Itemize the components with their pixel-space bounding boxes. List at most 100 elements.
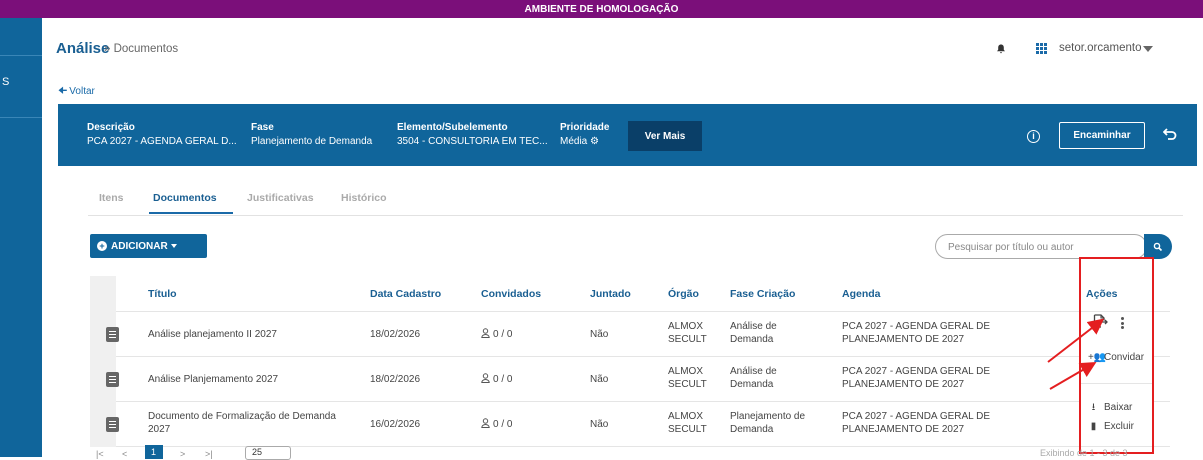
plus-circle-icon: + (97, 240, 107, 251)
cell-titulo: Documento de Formalização de Demanda 2027 (148, 410, 336, 436)
elemento-value: 3504 - CONSULTORIA EM TEC... (397, 136, 548, 147)
top-bar: Análise » Documentos setor.orcamento (42, 18, 1203, 80)
fase-value: Planejamento de Demanda (251, 136, 373, 147)
cell-agenda: PCA 2027 - AGENDA GERAL DE PLANEJAMENTO D… (842, 365, 990, 391)
document-icon (106, 417, 119, 432)
sidenav-divider (0, 117, 42, 118)
cell-agenda: PCA 2027 - AGENDA GERAL DE PLANEJAMENTO D… (842, 320, 990, 346)
chevron-down-icon[interactable] (1143, 46, 1153, 52)
fase-line: Demanda (730, 379, 774, 390)
search-input[interactable]: Pesquisar por título ou autor (935, 234, 1147, 259)
orgao-line: SECULT (668, 379, 707, 390)
prioridade-field: Prioridade Média ⚙ (560, 122, 609, 147)
cell-titulo: Análise planejamento II 2027 (148, 329, 277, 340)
cell-fase: Análise de Demanda (730, 365, 777, 391)
back-link[interactable]: 🠈 Voltar (58, 84, 95, 101)
info-icon[interactable]: i (1027, 130, 1040, 143)
table-row[interactable]: Análise Planjemamento 2027 18/02/2026 0 … (90, 357, 1170, 402)
first-page-icon[interactable]: |< (96, 449, 104, 459)
cell-convidados: 0 / 0 (481, 328, 512, 341)
elemento-field: Elemento/Subelemento 3504 - CONSULTORIA … (397, 122, 548, 147)
convidados-value: 0 / 0 (493, 374, 513, 385)
cell-juntado: Não (590, 419, 609, 430)
encaminhar-button[interactable]: Encaminhar (1059, 122, 1145, 149)
table-row[interactable]: Documento de Formalização de Demanda 2027… (90, 402, 1170, 447)
add-button[interactable]: + ADICIONAR (90, 234, 207, 258)
user-icon (481, 418, 490, 428)
col-convidados[interactable]: Convidados (481, 288, 541, 300)
user-icon (481, 373, 490, 383)
next-page-icon[interactable]: > (180, 449, 185, 459)
prioridade-label: Prioridade (560, 122, 610, 133)
user-menu[interactable]: setor.orcamento (1059, 42, 1141, 54)
pagination: |< < 1 > >| 25 (58, 445, 458, 460)
prev-page-icon[interactable]: < (122, 449, 127, 459)
sidenav-divider (0, 55, 42, 56)
last-page-icon[interactable]: >| (205, 449, 213, 459)
cell-orgao: ALMOX SECULT (668, 365, 707, 391)
undo-icon[interactable] (1163, 127, 1177, 141)
add-button-label: ADICIONAR (111, 240, 168, 252)
agenda-line: PCA 2027 - AGENDA GERAL DE (842, 366, 991, 377)
agenda-line: PCA 2027 - AGENDA GERAL DE (842, 321, 991, 332)
col-data-cadastro[interactable]: Data Cadastro (370, 288, 441, 300)
environment-banner: AMBIENTE DE HOMOLOGAÇÃO (0, 0, 1203, 18)
agenda-line: PLANEJAMENTO DE 2027 (842, 379, 965, 390)
cell-data: 18/02/2026 (370, 329, 421, 340)
descricao-value: PCA 2027 - AGENDA GERAL D... (87, 136, 237, 147)
tab-historico[interactable]: Histórico (341, 192, 387, 204)
ver-mais-button[interactable]: Ver Mais (628, 121, 702, 151)
col-fase-criacao[interactable]: Fase Criação (730, 288, 795, 300)
cell-data: 16/02/2026 (370, 419, 421, 430)
tab-documentos[interactable]: Documentos (153, 192, 217, 204)
col-orgao[interactable]: Órgão (668, 288, 699, 300)
fase-line: Planejamento de (730, 411, 806, 422)
fase-label: Fase (251, 122, 274, 133)
fase-line: Demanda (730, 334, 774, 345)
search-button[interactable] (1144, 234, 1172, 259)
side-navigation: S (0, 18, 42, 457)
content-card: Itens Documentos Justificativas Históric… (58, 166, 1197, 457)
orgao-line: ALMOX (668, 321, 704, 332)
tab-itens[interactable]: Itens (99, 192, 124, 204)
col-juntado[interactable]: Juntado (590, 288, 631, 300)
table-row[interactable]: Análise planejamento II 2027 18/02/2026 … (90, 312, 1170, 357)
cell-juntado: Não (590, 374, 609, 385)
fase-field: Fase Planejamento de Demanda (251, 122, 372, 147)
search-icon (1153, 242, 1163, 252)
agenda-line: PLANEJAMENTO DE 2027 (842, 334, 965, 345)
convidados-value: 0 / 0 (493, 329, 513, 340)
elemento-label: Elemento/Subelemento (397, 122, 508, 133)
cell-convidados: 0 / 0 (481, 373, 512, 386)
titulo-line: Documento de Formalização de Demanda (148, 411, 336, 422)
tab-bar: Itens Documentos Justificativas Históric… (58, 166, 1197, 216)
orgao-line: SECULT (668, 424, 707, 435)
cell-convidados: 0 / 0 (481, 418, 512, 431)
summary-header: Descrição PCA 2027 - AGENDA GERAL D... F… (58, 104, 1197, 166)
grid-icon[interactable] (1036, 43, 1047, 54)
cell-agenda: PCA 2027 - AGENDA GERAL DE PLANEJAMENTO D… (842, 410, 990, 436)
col-titulo[interactable]: Título (148, 288, 177, 300)
active-tab-indicator (149, 212, 233, 214)
agenda-line: PLANEJAMENTO DE 2027 (842, 424, 965, 435)
current-page-number: 1 (151, 447, 157, 457)
descricao-label: Descrição (87, 122, 135, 133)
sidenav-label-fragment[interactable]: S (2, 76, 9, 88)
col-agenda[interactable]: Agenda (842, 288, 881, 300)
tab-justificativas[interactable]: Justificativas (247, 192, 314, 204)
descricao-field: Descrição PCA 2027 - AGENDA GERAL D... (87, 122, 237, 147)
cell-juntado: Não (590, 329, 609, 340)
page-size-select[interactable]: 25 (245, 446, 291, 460)
page-title[interactable]: Análise (56, 40, 109, 57)
cell-fase: Análise de Demanda (730, 320, 777, 346)
prioridade-value: Média (560, 136, 588, 147)
table-header: Título Data Cadastro Convidados Juntado … (90, 276, 1170, 312)
cell-orgao: ALMOX SECULT (668, 320, 707, 346)
user-icon (481, 328, 490, 338)
caret-down-icon (170, 243, 177, 248)
fase-line: Demanda (730, 424, 774, 435)
breadcrumb: » Documentos (104, 43, 179, 55)
gear-icon[interactable]: ⚙ (590, 136, 599, 147)
bell-icon[interactable] (996, 44, 1006, 54)
cell-fase: Planejamento de Demanda (730, 410, 805, 436)
